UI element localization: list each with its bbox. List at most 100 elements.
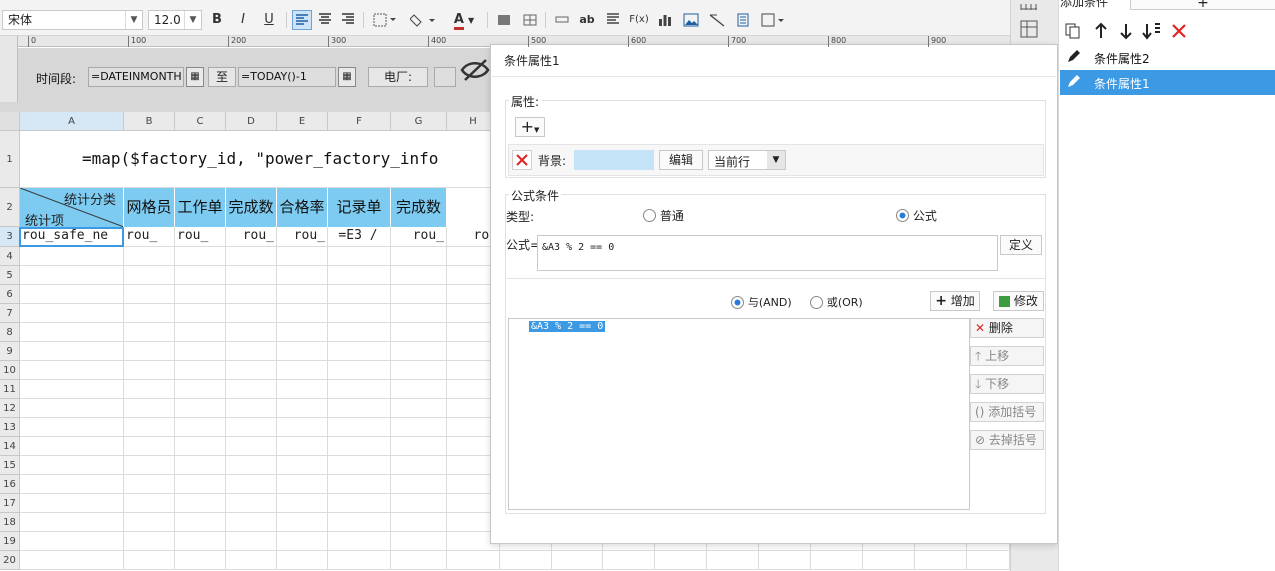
condition-list[interactable]: &A3 % 2 == 0 [508,318,970,510]
grid-cell[interactable] [277,494,328,513]
grid-cell[interactable] [226,323,277,342]
formula-button[interactable]: F(x) [629,10,649,30]
grid-cell[interactable] [391,266,447,285]
grid-cell[interactable] [391,380,447,399]
grid-cell[interactable] [175,513,226,532]
grid-cell[interactable] [391,551,447,570]
grid-cell[interactable] [175,285,226,304]
grid-cell[interactable] [811,551,863,570]
grid-cell[interactable] [226,418,277,437]
grid-cell[interactable] [20,475,124,494]
grid-cell[interactable] [277,399,328,418]
remove-bracket-button[interactable]: ⊘ 去掉括号 [970,430,1044,450]
grid-cell[interactable] [277,247,328,266]
grid-cell[interactable] [124,323,175,342]
grid-cell[interactable] [175,475,226,494]
grid-cell[interactable] [328,437,391,456]
merge-cells-button[interactable] [494,10,514,30]
eye-hidden-icon[interactable] [460,58,490,82]
grid-cell[interactable] [226,456,277,475]
row-header[interactable]: 14 [0,437,20,456]
condition-item[interactable]: 条件属性1 [1060,70,1275,95]
insert-chart-button[interactable] [655,10,675,30]
column-header[interactable]: D [226,112,277,131]
grid-cell[interactable] [391,285,447,304]
row-header[interactable]: 9 [0,342,20,361]
grid-cell[interactable] [328,247,391,266]
grid-cell[interactable] [20,247,124,266]
grid-cell[interactable] [20,399,124,418]
add-condition-button[interactable]: + 增加 [930,291,980,311]
grid-cell[interactable] [328,456,391,475]
grid-cell[interactable] [655,551,707,570]
delete-condition-button[interactable]: ✕ 删除 [970,318,1044,338]
grid-cell[interactable] [124,513,175,532]
row-header[interactable]: 15 [0,456,20,475]
grid-cell[interactable] [20,285,124,304]
grid-cell[interactable] [277,532,328,551]
grid-cell[interactable] [20,437,124,456]
bold-button[interactable]: B [207,10,227,30]
border-button[interactable] [370,10,400,30]
grid-cell[interactable] [124,532,175,551]
grid-cell[interactable] [175,342,226,361]
grid-cell[interactable] [226,266,277,285]
data-cell[interactable]: rou_ [391,227,447,247]
row-header[interactable]: 7 [0,304,20,323]
grid-cell[interactable] [226,304,277,323]
and-radio[interactable]: 与(AND) [731,294,801,310]
grid-cell[interactable] [391,475,447,494]
grid-cell[interactable] [226,532,277,551]
layout-icon[interactable] [1020,20,1038,38]
grid-cell[interactable] [391,323,447,342]
select-all-corner[interactable] [0,112,20,131]
row-header[interactable]: 6 [0,285,20,304]
grid-cell[interactable] [391,361,447,380]
formula-input[interactable]: &A3 % 2 == 0 [537,235,998,271]
grid-cell[interactable] [20,494,124,513]
background-color-swatch[interactable] [574,150,654,170]
grid-cell[interactable] [447,551,500,570]
grid-cell[interactable] [175,361,226,380]
data-cell[interactable]: rou_ [175,227,226,247]
grid-cell[interactable] [277,551,328,570]
grid-cell[interactable] [277,323,328,342]
grid-cell[interactable] [175,456,226,475]
calendar-icon[interactable]: ▦ [186,67,204,87]
header-cell[interactable]: 完成数 [226,188,277,227]
grid-cell[interactable] [277,266,328,285]
grid-cell[interactable] [277,475,328,494]
grid-cell[interactable] [124,494,175,513]
grid-cell[interactable] [20,361,124,380]
copy-icon[interactable] [1064,22,1082,40]
grid-icon[interactable] [1020,0,1038,10]
insert-subreport-button[interactable] [733,10,753,30]
row-header[interactable]: 20 [0,551,20,570]
arrow-up-icon[interactable] [1092,22,1110,40]
grid-cell[interactable] [20,532,124,551]
grid-cell[interactable] [175,304,226,323]
title-cell[interactable]: =map($factory_id, "power_factory_info [20,131,490,188]
scope-select[interactable]: 当前行 ▼ [708,150,786,170]
column-header[interactable]: F [328,112,391,131]
grid-cell[interactable] [20,380,124,399]
delete-icon[interactable] [1170,22,1188,40]
grid-cell[interactable] [552,551,603,570]
grid-cell[interactable] [391,399,447,418]
italic-button[interactable]: I [233,10,253,30]
data-cell[interactable]: rou_ [124,227,175,247]
condition-item[interactable]: 条件属性2 [1060,45,1275,70]
font-color-button[interactable]: A ▼ [448,10,480,30]
text-wrap-button[interactable]: ab [577,10,597,30]
grid-cell[interactable] [124,418,175,437]
row-header[interactable]: 17 [0,494,20,513]
grid-cell[interactable] [391,342,447,361]
grid-cell[interactable] [603,551,655,570]
column-header[interactable]: G [391,112,447,131]
unmerge-cells-button[interactable] [520,10,540,30]
or-radio[interactable]: 或(OR) [810,294,880,310]
grid-cell[interactable] [175,418,226,437]
header-cell[interactable]: 记录单 [328,188,391,227]
insert-image-button[interactable] [681,10,701,30]
type-normal-radio[interactable]: 普通 [643,207,723,223]
